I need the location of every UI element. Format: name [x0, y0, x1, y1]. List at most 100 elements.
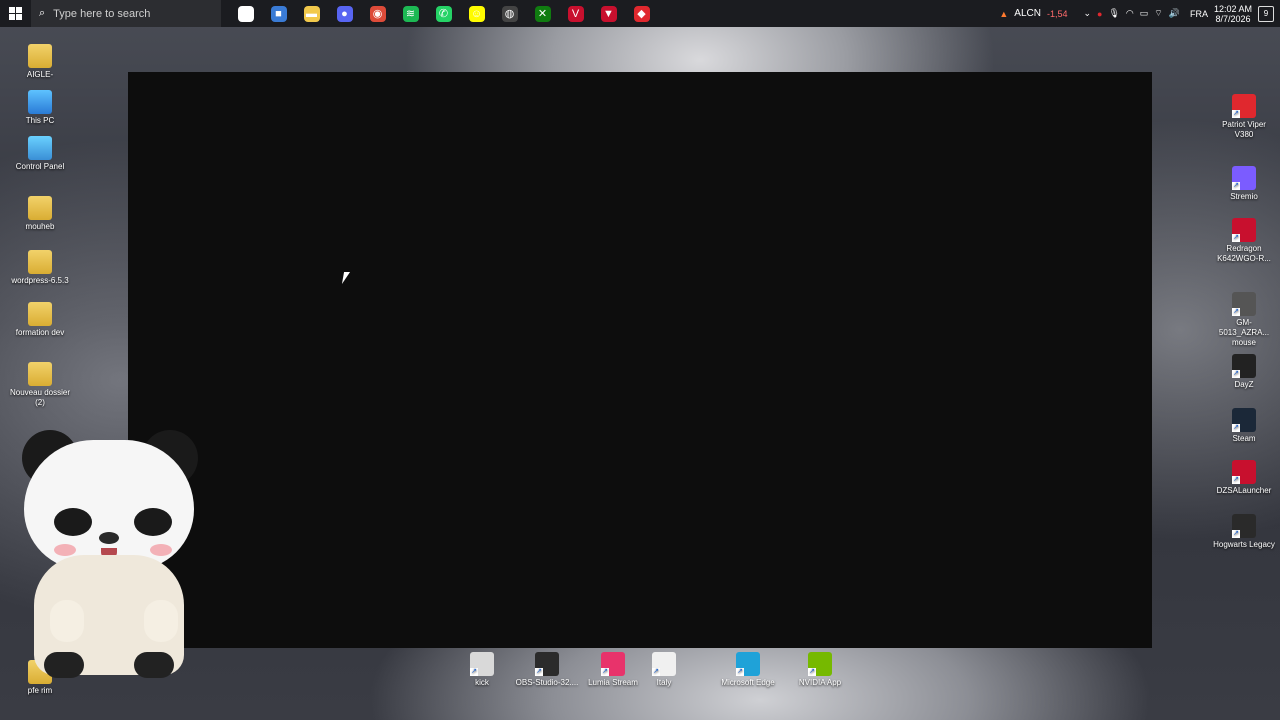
folder-icon [28, 302, 52, 326]
desktop-icon-label: Redragon K642WGO-R... [1217, 244, 1271, 263]
desktop-icon-label: GM-5013_AZRA... mouse [1218, 318, 1270, 347]
desktop-icon-label: Steam [1232, 434, 1256, 443]
desktop-icon-label: formation dev [15, 328, 65, 337]
app-shortcut-icon [535, 652, 559, 676]
taskbar-pinned-app[interactable]: ✕ [526, 0, 559, 27]
desktop-shortcut[interactable]: kick [450, 652, 514, 688]
app-shortcut-icon [1232, 354, 1256, 378]
desktop-shortcut[interactable]: Italy [632, 652, 696, 688]
app-shortcut-icon [1232, 408, 1256, 432]
taskbar-pinned-app[interactable]: ≋ [394, 0, 427, 27]
desktop-icon[interactable]: wordpress-6.5.3 [8, 250, 72, 286]
panda-mascot [14, 430, 204, 680]
clock-time: 12:02 AM [1213, 3, 1252, 14]
whatsapp-icon: ✆ [435, 5, 452, 22]
desktop-icon[interactable]: formation dev [8, 302, 72, 338]
app-shortcut-icon [736, 652, 760, 676]
desktop-icon[interactable]: AIGLE- [8, 44, 72, 80]
panda-foot-left [44, 652, 84, 678]
app-shortcut-icon [470, 652, 494, 676]
taskbar-pinned-app[interactable]: ◍ [493, 0, 526, 27]
panda-eye-right [134, 508, 172, 536]
record-icon[interactable]: ● [1097, 9, 1102, 19]
desktop-shortcut[interactable]: Steam [1212, 408, 1276, 444]
microphone-icon[interactable]: 🎙 [1108, 8, 1119, 19]
taskbar-pinned-app[interactable]: V [559, 0, 592, 27]
panda-eye-left [54, 508, 92, 536]
stock-name[interactable]: ALCN [1014, 8, 1041, 19]
taskbar-pinned-app[interactable]: ■ [262, 0, 295, 27]
desktop-shortcut[interactable]: Microsoft Edge [716, 652, 780, 688]
app-shortcut-icon [601, 652, 625, 676]
taskbar: ⌕ Type here to search ▢ ■ ▬ ● ◉ ≋ ✆ ☺ ◍ ✕ V ▼ ◆ ▲ AL… [0, 0, 1280, 27]
desktop-icon[interactable]: Nouveau dossier (2) [8, 362, 72, 408]
game-icon: ▼ [600, 5, 617, 22]
notification-count: 9 [1263, 9, 1269, 18]
xbox-icon: ✕ [534, 5, 551, 22]
desktop-shortcut[interactable]: NVIDIA App [788, 652, 852, 688]
app-shortcut-icon [1232, 166, 1256, 190]
start-button[interactable] [0, 0, 31, 27]
computer-icon [28, 90, 52, 114]
clock[interactable]: 12:02 AM 8/7/2026 [1214, 4, 1252, 24]
desktop-shortcut[interactable]: Redragon K642WGO-R... [1212, 218, 1276, 264]
desktop-icon[interactable]: Control Panel [8, 136, 72, 172]
windows-logo-icon [9, 7, 22, 20]
search-icon: ⌕ [39, 7, 46, 19]
app-shortcut-icon [1232, 292, 1256, 316]
desktop-icon-label: Nouveau dossier (2) [9, 388, 71, 407]
clock-date: 8/7/2026 [1215, 13, 1251, 24]
desktop-icon-label: Italy [656, 678, 672, 687]
desktop-shortcut[interactable]: OBS-Studio-32.... [515, 652, 579, 688]
taskbar-pinned-app[interactable]: ◆ [625, 0, 658, 27]
desktop-shortcut[interactable]: Stremio [1212, 166, 1276, 202]
desktop-icon-label: Control Panel [15, 162, 65, 171]
folder-icon [28, 196, 52, 220]
taskbar-pinned-app[interactable]: ◉ [361, 0, 394, 27]
stock-widget-icon[interactable]: ▲ [999, 9, 1008, 19]
desktop-icon-label: Stremio [1230, 192, 1258, 201]
desktop-icon-label: DZSALauncher [1216, 486, 1272, 495]
notification-center-icon[interactable]: 9 [1258, 5, 1274, 22]
desktop-icon-label: This PC [25, 116, 55, 125]
desktop-shortcut[interactable]: GM-5013_AZRA... mouse [1212, 292, 1276, 348]
panda-cheek-left [54, 544, 76, 556]
folder-icon [28, 362, 52, 386]
search-placeholder: Type here to search [53, 7, 151, 20]
app-shortcut-icon [652, 652, 676, 676]
desktop-shortcut[interactable]: Hogwarts Legacy [1212, 514, 1276, 550]
chevron-up-icon[interactable]: ⌄ [1083, 8, 1091, 19]
wifi-icon[interactable]: ⌔ [1154, 8, 1162, 19]
black-window[interactable] [128, 72, 1152, 648]
desktop-icon-label: OBS-Studio-32.... [515, 678, 579, 687]
desktop-icon[interactable]: mouheb [8, 196, 72, 232]
desktop-icon-label: DayZ [1234, 380, 1254, 389]
desktop-icon-label: Patriot Viper V380 [1222, 120, 1266, 139]
desktop-shortcut[interactable]: DZSALauncher [1212, 460, 1276, 496]
network-icon[interactable]: ◠ [1126, 8, 1134, 19]
desktop-icon[interactable]: This PC [8, 90, 72, 126]
taskbar-pinned-app[interactable]: ✆ [427, 0, 460, 27]
control-panel-icon [28, 136, 52, 160]
app-shortcut-icon [1232, 94, 1256, 118]
desktop-icon-label: kick [475, 678, 489, 687]
language-indicator[interactable]: FRA [1190, 9, 1208, 19]
search-box[interactable]: ⌕ Type here to search [31, 0, 221, 27]
volume-icon[interactable]: 🔊 [1169, 8, 1180, 19]
taskbar-pinned-app[interactable]: ▬ [295, 0, 328, 27]
taskbar-pinned-app[interactable]: ☺ [460, 0, 493, 27]
desktop-icon-label: Microsoft Edge [721, 678, 775, 687]
desktop-icon-label: wordpress-6.5.3 [11, 276, 69, 285]
desktop-icon-label: mouheb [25, 222, 55, 231]
discord-icon: ● [336, 5, 353, 22]
desktop-shortcut[interactable]: DayZ [1212, 354, 1276, 390]
task-view-icon: ▢ [237, 5, 254, 22]
taskbar-pinned-app[interactable]: ● [328, 0, 361, 27]
desktop-shortcut[interactable]: Patriot Viper V380 [1212, 94, 1276, 140]
taskbar-pinned-app[interactable]: ▼ [592, 0, 625, 27]
folder-icon [28, 250, 52, 274]
taskbar-pinned-app[interactable]: ▢ [229, 0, 262, 27]
panda-head [24, 440, 194, 570]
display-icon[interactable]: ▭ [1140, 8, 1149, 19]
stock-change[interactable]: -1,54 [1047, 9, 1068, 19]
